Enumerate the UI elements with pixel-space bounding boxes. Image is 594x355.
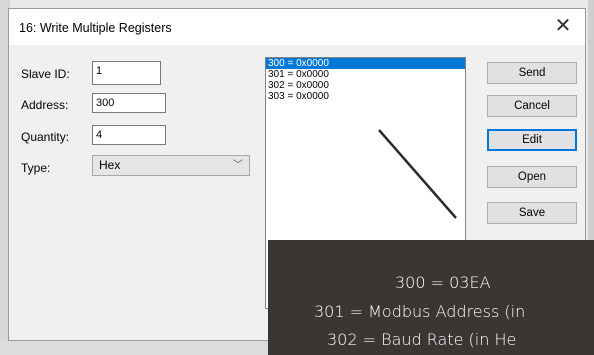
slave-id-label: Slave ID: [21,67,70,81]
cancel-button[interactable]: Cancel [487,95,577,117]
window-title: 16: Write Multiple Registers [19,21,172,35]
caption-line-3: 302 = Baud Rate (in He [327,330,517,349]
close-icon: ✕ [554,15,572,37]
open-button[interactable]: Open [487,166,577,188]
quantity-field[interactable]: 4 [92,125,166,145]
type-label: Type: [21,161,51,175]
video-caption-overlay: 300 = 03EA 301 = Modbus Address (in 302 … [268,240,594,355]
quantity-label: Quantity: [21,130,70,144]
slave-id-field[interactable]: 1 [92,61,161,85]
register-list-item[interactable]: 303 = 0x0000 [266,91,465,102]
edit-button[interactable]: Edit [487,129,577,151]
chevron-down-icon: ﹀ [233,160,243,171]
send-button[interactable]: Send [487,62,577,84]
register-list-item[interactable]: 302 = 0x0000 [266,80,465,91]
type-selected-value: Hex [99,158,121,172]
save-button[interactable]: Save [487,202,577,224]
register-list-item[interactable]: 301 = 0x0000 [266,69,465,80]
close-button[interactable]: ✕ [543,11,583,43]
register-list-item[interactable]: 300 = 0x0000 [266,58,465,69]
address-label: Address: [21,98,69,112]
address-field[interactable]: 300 [92,93,166,113]
title-bar: 16: Write Multiple Registers ✕ [9,9,585,45]
type-dropdown[interactable]: Hex ﹀ [92,155,250,176]
caption-line-2: 301 = Modbus Address (in [314,302,526,321]
caption-line-1: 300 = 03EA [395,273,491,292]
